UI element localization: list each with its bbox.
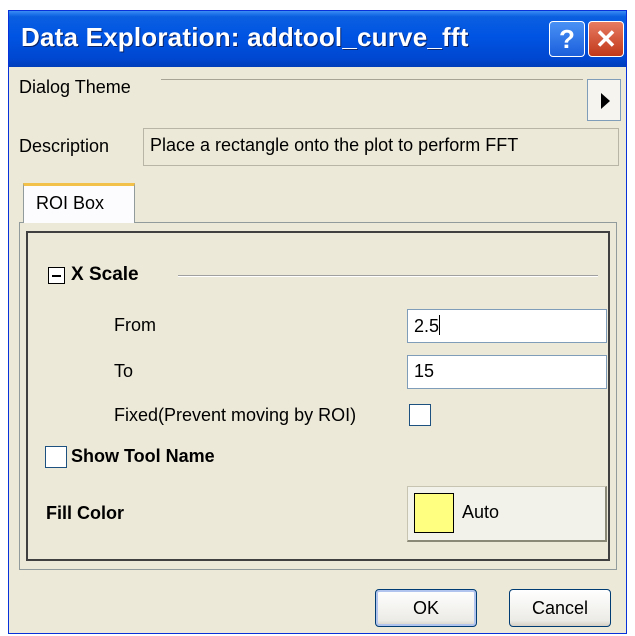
from-label: From bbox=[114, 315, 156, 335]
dialog-window: Data Exploration: addtool_curve_fft ? ✕ … bbox=[8, 10, 627, 634]
fill-color-button[interactable]: Auto bbox=[407, 486, 607, 542]
show-tool-name-label: Show Tool Name bbox=[71, 446, 215, 466]
description-field: Place a rectangle onto the plot to perfo… bbox=[143, 128, 619, 166]
dialog-theme-arrow-icon[interactable] bbox=[587, 79, 621, 121]
description-label: Description bbox=[19, 136, 110, 156]
to-value: 15 bbox=[414, 361, 435, 381]
collapse-icon[interactable] bbox=[48, 267, 65, 284]
color-swatch bbox=[414, 493, 454, 533]
fill-color-label: Fill Color bbox=[46, 503, 124, 523]
close-button[interactable]: ✕ bbox=[588, 21, 624, 57]
section-divider bbox=[178, 275, 598, 277]
cancel-button[interactable]: Cancel bbox=[509, 589, 611, 627]
dialog-theme-label: Dialog Theme bbox=[19, 77, 131, 97]
from-input[interactable]: 2.5 bbox=[407, 309, 607, 343]
fixed-checkbox[interactable] bbox=[409, 404, 431, 426]
dialog-theme-field[interactable] bbox=[161, 79, 583, 122]
tab-roi-box[interactable]: ROI Box bbox=[23, 183, 135, 223]
fixed-label: Fixed(Prevent moving by ROI) bbox=[114, 405, 357, 425]
ok-button[interactable]: OK bbox=[375, 589, 477, 627]
settings-grid: X Scale From 2.5 To 15 Fixed(Prevent mov… bbox=[26, 231, 610, 561]
window-title: Data Exploration: addtool_curve_fft bbox=[21, 22, 469, 52]
close-icon: ✕ bbox=[595, 24, 617, 54]
fill-color-value: Auto bbox=[462, 502, 500, 522]
from-value: 2.5 bbox=[414, 316, 440, 336]
to-input[interactable]: 15 bbox=[407, 355, 607, 389]
help-button[interactable]: ? bbox=[549, 21, 585, 57]
x-scale-section-title: X Scale bbox=[71, 264, 139, 285]
help-icon: ? bbox=[559, 24, 575, 54]
show-tool-name-checkbox[interactable] bbox=[45, 446, 67, 468]
tab-panel: X Scale From 2.5 To 15 Fixed(Prevent mov… bbox=[19, 222, 617, 570]
title-bar[interactable]: Data Exploration: addtool_curve_fft ? ✕ bbox=[9, 11, 626, 67]
to-label: To bbox=[114, 361, 134, 381]
text-cursor bbox=[439, 315, 441, 335]
